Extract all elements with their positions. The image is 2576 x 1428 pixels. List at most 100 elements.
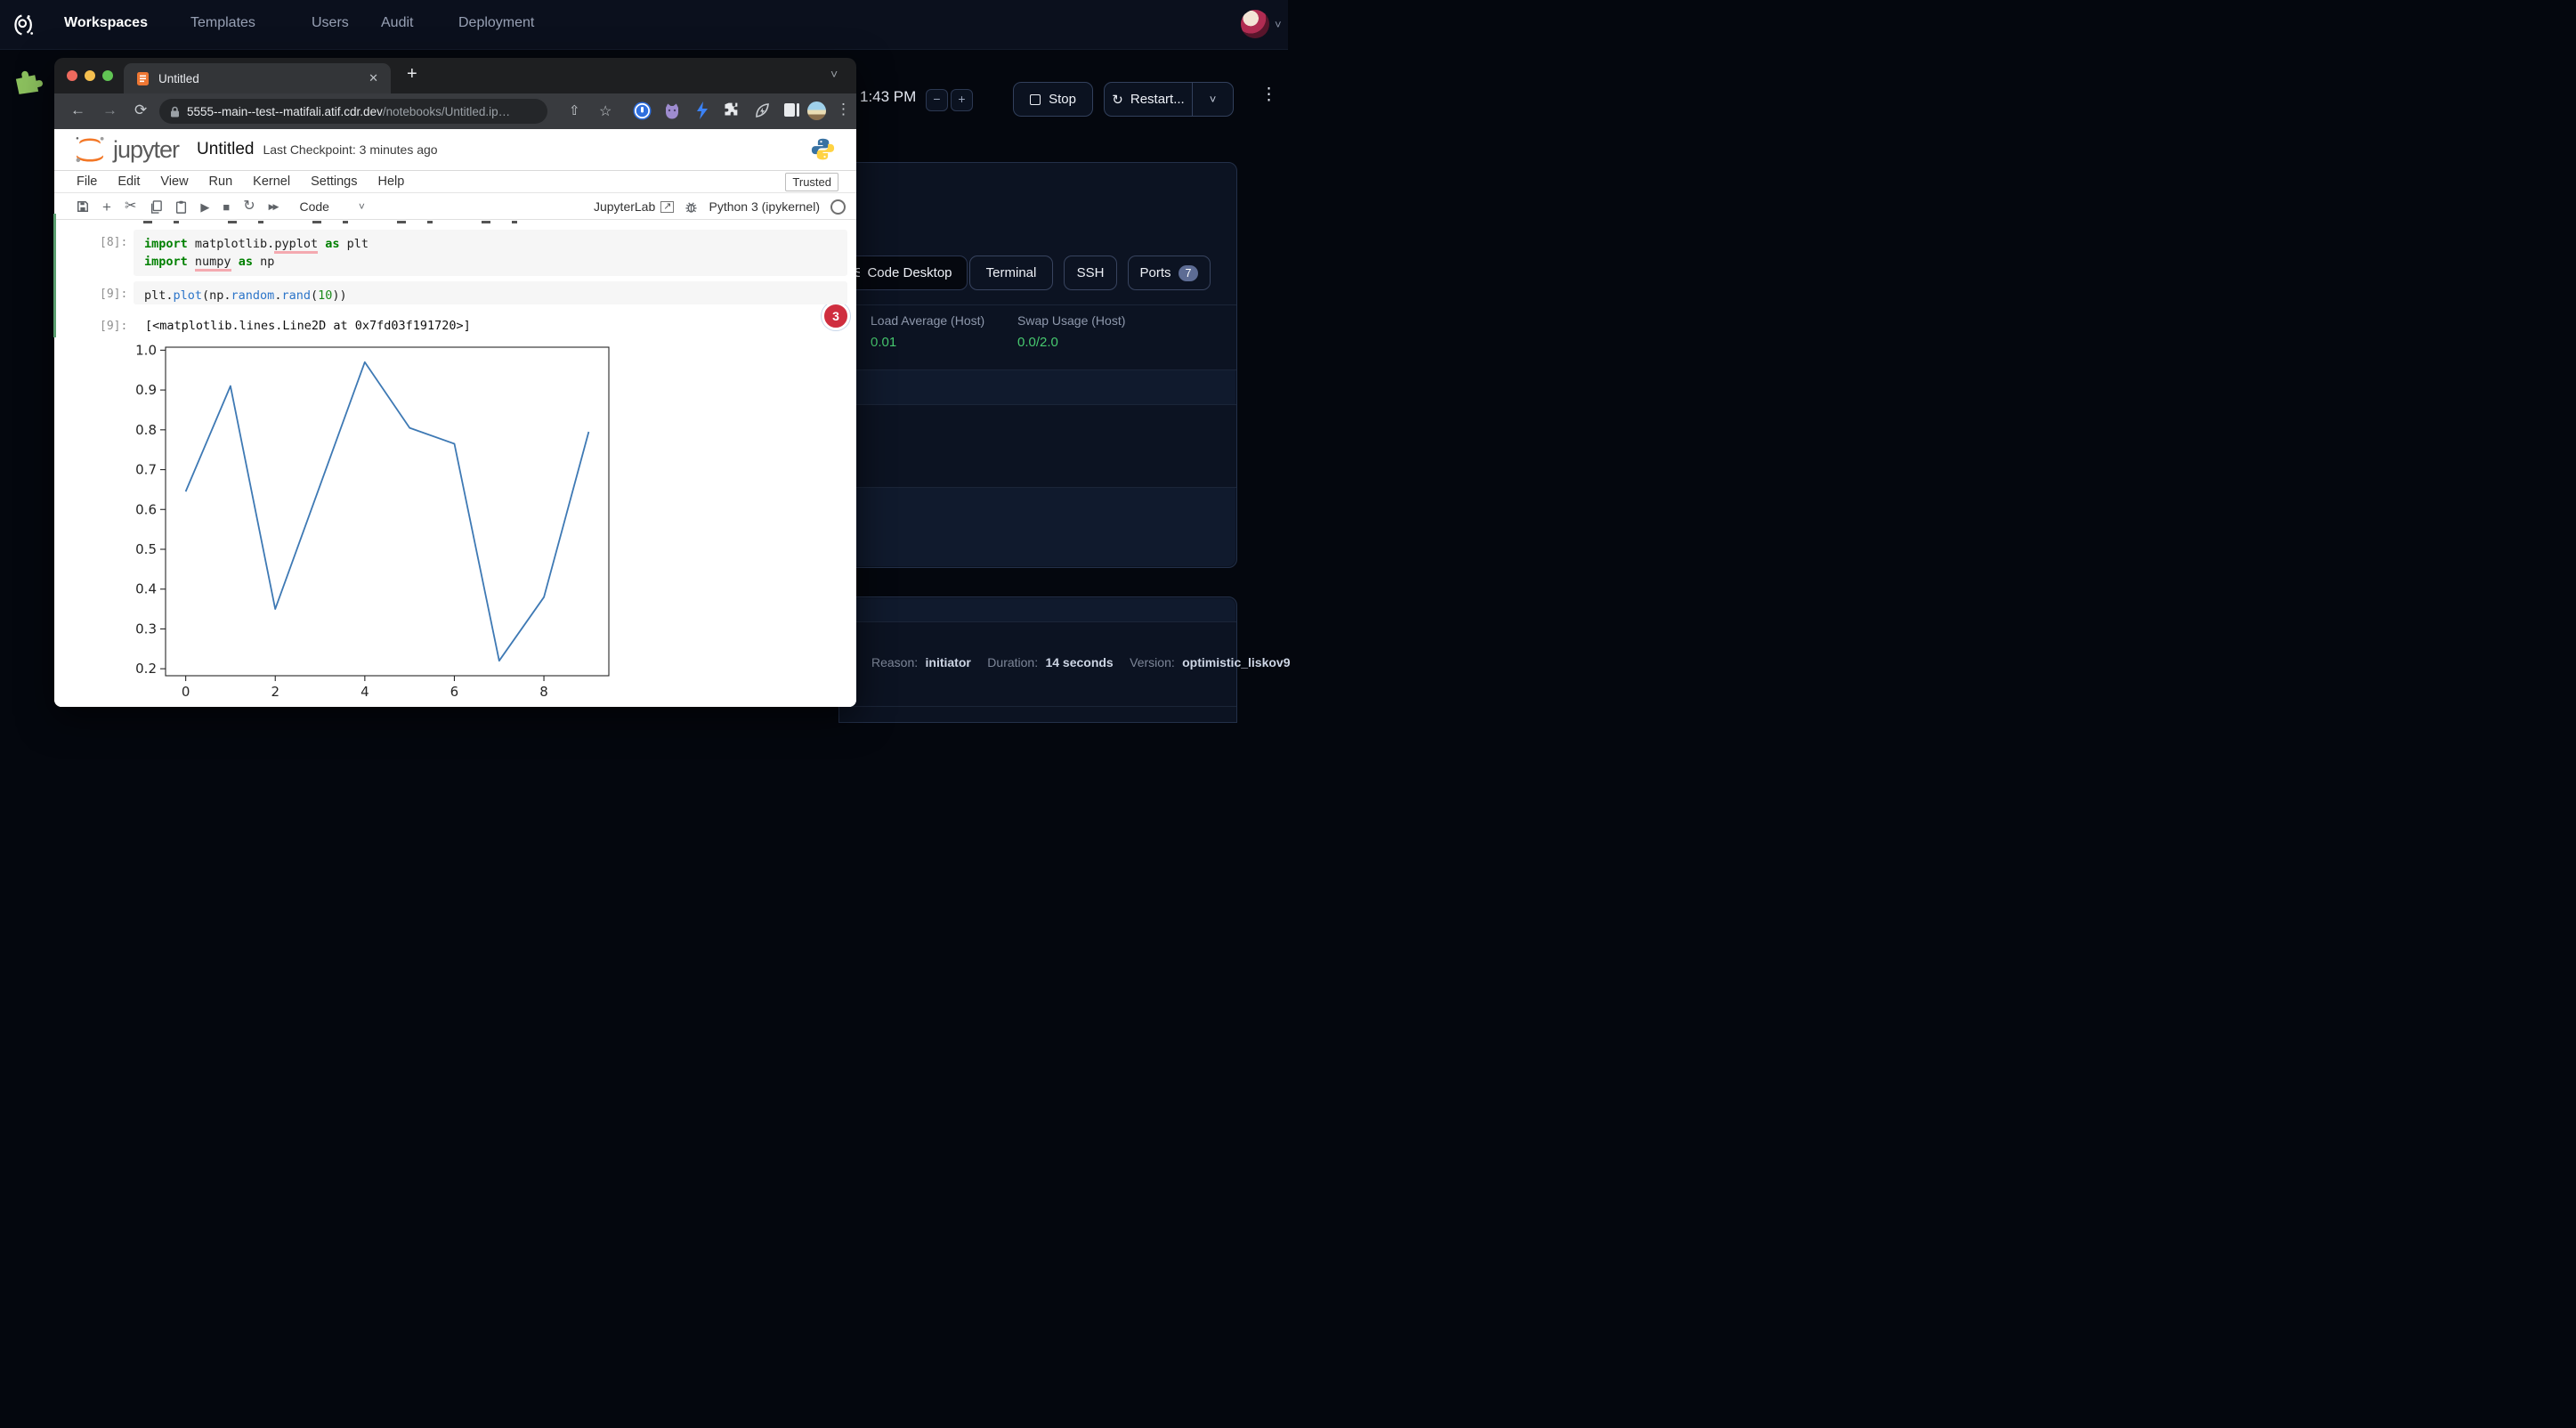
browser-window: Untitled ✕ + ˅ ← → ⟳ 5555--main--test--m… [54, 58, 856, 707]
browser-kebab-menu[interactable]: ⋮ [836, 101, 851, 118]
onepassword-extension-icon[interactable] [633, 101, 652, 120]
reload-icon[interactable]: ⟳ [134, 101, 147, 119]
save-icon[interactable] [77, 200, 89, 213]
restart-button-label: Restart... [1130, 92, 1185, 107]
ssh-label: SSH [1077, 265, 1105, 280]
restart-button[interactable]: ↻ Restart... [1105, 92, 1192, 108]
clipped-scrolled-text [143, 221, 526, 223]
svg-text:0.2: 0.2 [135, 661, 157, 677]
menu-help[interactable]: Help [377, 174, 404, 189]
side-panel-icon[interactable] [783, 102, 800, 118]
ssh-button[interactable]: SSH [1064, 256, 1117, 290]
menu-settings[interactable]: Settings [311, 174, 357, 189]
browser-toolbar: ← → ⟳ 5555--main--test--matifali.atif.cd… [54, 93, 856, 129]
ports-button[interactable]: Ports 7 [1128, 256, 1211, 290]
restart-split-button[interactable]: ↻ Restart... ˅ [1104, 82, 1234, 117]
run-cell-icon[interactable]: ▶ [200, 201, 209, 213]
lightning-extension-icon[interactable] [694, 101, 710, 120]
trusted-button[interactable]: Trusted [785, 173, 838, 191]
build-card: Reason: initiator Duration: 14 seconds V… [838, 596, 1237, 723]
workspace-kebab-menu[interactable]: ⋮ [1260, 85, 1277, 105]
forward-icon[interactable]: → [102, 101, 117, 119]
add-cell-icon[interactable]: + [102, 199, 111, 215]
bookmark-star-icon[interactable]: ☆ [599, 102, 612, 120]
paste-icon[interactable] [175, 200, 187, 214]
back-icon[interactable]: ← [70, 101, 85, 119]
restart-kernel-icon[interactable]: ↻ [243, 199, 255, 214]
tab-search-chevron-icon[interactable]: ˅ [830, 67, 838, 81]
interrupt-kernel-icon[interactable]: ■ [223, 201, 230, 213]
user-avatar[interactable] [1241, 10, 1269, 38]
tab-close-icon[interactable]: ✕ [369, 71, 378, 85]
share-icon[interactable]: ⇧ [569, 102, 580, 118]
coder-logo[interactable] [12, 12, 36, 37]
jupyterlab-link[interactable]: JupyterLab [594, 199, 655, 214]
output9-text: [<matplotlib.lines.Line2D at 0x7fd03f191… [145, 319, 471, 333]
browser-tab[interactable]: Untitled ✕ [124, 63, 391, 93]
menu-view[interactable]: View [160, 174, 188, 189]
close-window-button[interactable] [67, 70, 77, 81]
nav-item-workspaces[interactable]: Workspaces [64, 15, 148, 31]
workspace-card [838, 162, 1237, 568]
code-line: import matplotlib.pyplot as plt [144, 235, 837, 253]
duration-value: 14 seconds [1042, 655, 1114, 669]
vscode-desktop-button[interactable]: S Code Desktop [838, 256, 968, 290]
workspace-app-icon [12, 66, 46, 94]
chevron-down-icon[interactable]: ˅ [1275, 18, 1282, 31]
nav-item-users[interactable]: Users [312, 15, 349, 31]
github-octocat-extension-icon[interactable] [663, 101, 681, 120]
cell-type-select[interactable]: Code [299, 199, 328, 214]
menu-run[interactable]: Run [209, 174, 233, 189]
svg-text:0: 0 [182, 684, 190, 700]
svg-text:2: 2 [271, 684, 279, 700]
jupyter-brand: jupyter [113, 136, 179, 164]
cut-icon[interactable]: ✂ [125, 199, 136, 214]
build-meta-row: Reason: initiator Duration: 14 seconds V… [871, 655, 1291, 671]
energy-saver-icon[interactable] [754, 101, 771, 119]
address-bar[interactable]: 5555--main--test--matifali.atif.cdr.dev/… [159, 99, 547, 124]
external-link-icon[interactable]: ↗ [660, 201, 674, 213]
ports-count-badge: 7 [1179, 265, 1199, 281]
maximize-window-button[interactable] [102, 70, 113, 81]
cell-type-chevron-icon[interactable]: ˅ [359, 201, 365, 212]
run-count-badge[interactable]: 3 [822, 302, 850, 330]
debugger-bug-icon[interactable] [685, 200, 698, 214]
top-nav: Workspaces Templates Users Audit Deploym… [0, 0, 1288, 50]
version-label: Version: [1130, 655, 1175, 669]
browser-tab-strip: Untitled ✕ + ˅ [54, 58, 856, 93]
minimize-window-button[interactable] [85, 70, 95, 81]
svg-text:0.7: 0.7 [135, 462, 157, 478]
browser-profile-avatar[interactable] [807, 101, 826, 120]
notebook-title[interactable]: Untitled [197, 140, 254, 159]
lock-icon [170, 106, 180, 118]
schedule-minus-button[interactable]: − [926, 89, 948, 111]
restart-options-chevron[interactable]: ˅ [1193, 93, 1233, 106]
cell9-prompt: [9]: [100, 288, 127, 301]
svg-text:8: 8 [539, 684, 548, 700]
copy-icon[interactable] [150, 200, 162, 214]
code-cell-9[interactable]: plt.plot(np.random.rand(10)) [134, 281, 847, 304]
terminal-button[interactable]: Terminal [969, 256, 1053, 290]
jupyter-favicon [136, 71, 150, 86]
activity-strip [53, 214, 56, 337]
code-line: import numpy as np [144, 253, 837, 271]
menu-file[interactable]: File [77, 174, 97, 189]
code-cell-8[interactable]: import matplotlib.pyplot as plt import n… [134, 230, 847, 276]
menu-edit[interactable]: Edit [117, 174, 140, 189]
ports-label: Ports [1140, 265, 1171, 280]
nav-item-deployment[interactable]: Deployment [458, 15, 534, 31]
kernel-status-icon [830, 199, 846, 215]
stop-button[interactable]: Stop [1013, 82, 1093, 117]
terminal-label: Terminal [986, 265, 1037, 280]
new-tab-button[interactable]: + [407, 64, 417, 85]
nav-item-templates[interactable]: Templates [190, 15, 255, 31]
menu-kernel[interactable]: Kernel [253, 174, 290, 189]
nav-item-audit[interactable]: Audit [381, 15, 413, 31]
chart: 0.20.30.40.50.60.70.80.91.002468 [106, 340, 658, 705]
kernel-name[interactable]: Python 3 (ipykernel) [709, 199, 820, 214]
extensions-puzzle-icon[interactable] [723, 101, 741, 119]
svg-text:0.5: 0.5 [135, 541, 157, 557]
schedule-plus-button[interactable]: + [951, 89, 973, 111]
card-divider [839, 706, 1236, 707]
run-all-icon[interactable]: ▶▶ [269, 203, 278, 211]
